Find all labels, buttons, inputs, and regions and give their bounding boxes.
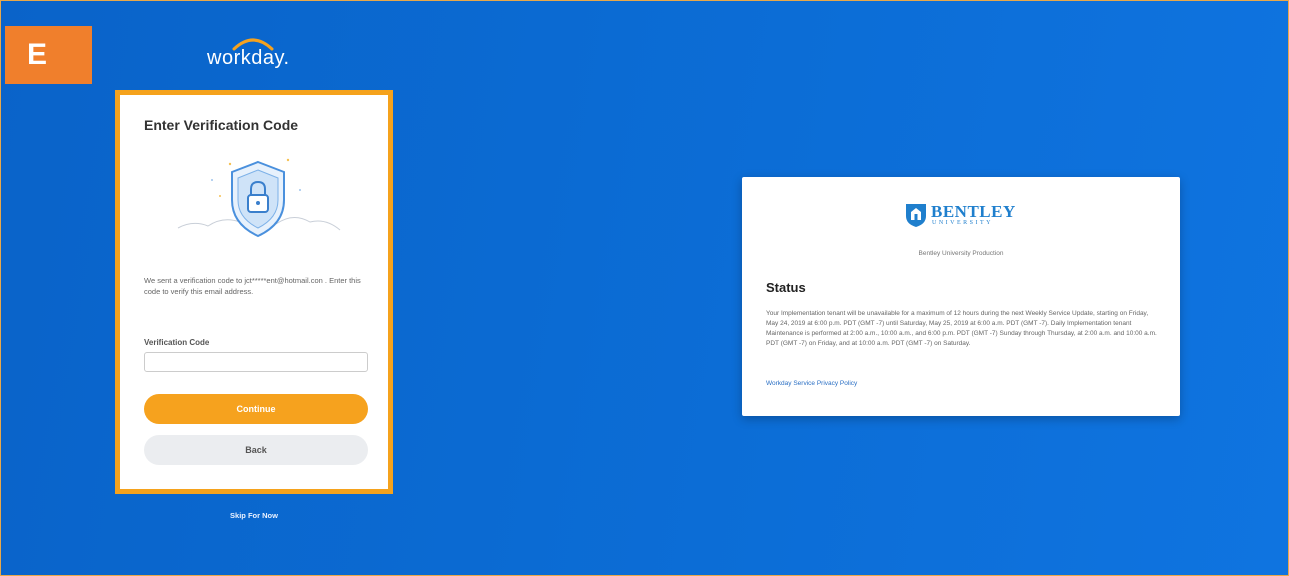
login-background: E workday. Enter Verification Code We se… xyxy=(0,0,1289,576)
verification-message: We sent a verification code to jct*****e… xyxy=(144,276,361,296)
skip-for-now-link[interactable]: Skip For Now xyxy=(215,511,293,520)
bentley-subtitle: UNIVERSITY xyxy=(932,220,993,226)
status-title: Status xyxy=(766,280,806,295)
verification-card: Enter Verification Code We sent a verifi… xyxy=(115,90,393,494)
card-title: Enter Verification Code xyxy=(144,117,299,133)
bentley-logo: BENTLEY UNIVERSITY xyxy=(905,202,1025,234)
workday-wordmark: workday. xyxy=(207,47,290,69)
status-card: BENTLEY UNIVERSITY Bentley University Pr… xyxy=(742,177,1180,416)
step-badge: E xyxy=(5,26,92,84)
continue-button[interactable]: Continue xyxy=(144,394,368,424)
status-message: Your Implementation tenant will be unava… xyxy=(766,310,1157,347)
verification-code-input[interactable] xyxy=(144,352,368,372)
privacy-policy-link[interactable]: Workday Service Privacy Policy xyxy=(766,380,857,387)
shield-lock-icon xyxy=(177,158,341,238)
tenant-name: Bentley University Production xyxy=(918,250,1004,257)
back-button[interactable]: Back xyxy=(144,435,368,465)
bentley-name: BENTLEY xyxy=(931,202,1016,221)
bentley-crest-icon xyxy=(906,204,926,227)
workday-logo: workday. xyxy=(207,35,301,75)
verification-code-label: Verification Code xyxy=(144,338,210,347)
